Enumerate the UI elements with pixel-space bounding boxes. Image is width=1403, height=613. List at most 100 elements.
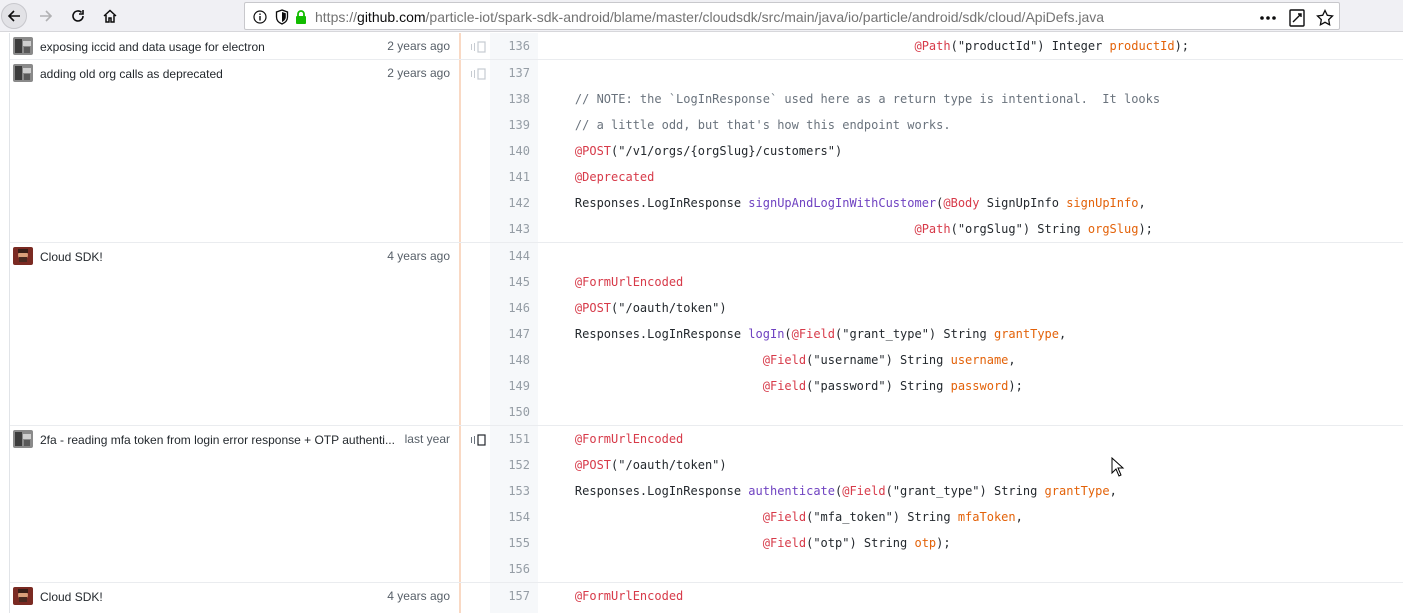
- line-number[interactable]: 138: [490, 92, 530, 106]
- commit-message-link[interactable]: Cloud SDK!: [40, 250, 103, 264]
- code-token: ("/oauth/token"): [611, 301, 727, 315]
- code-token: Responses.LogInResponse: [546, 196, 749, 210]
- line-number[interactable]: 144: [490, 249, 530, 263]
- code-token: signUpInfo: [1066, 196, 1139, 210]
- code-text: @Field("password") String password);: [546, 379, 1023, 393]
- page-actions-more-icon[interactable]: [1258, 8, 1278, 28]
- code-token: );: [1138, 222, 1153, 236]
- tracking-shield-icon[interactable]: [273, 8, 291, 26]
- code-line: 152 @POST("/oauth/token"): [490, 452, 1403, 478]
- code-text: @Field("otp") String otp);: [546, 536, 951, 550]
- line-number[interactable]: 142: [490, 196, 530, 210]
- code-text: Responses.LogInResponse logIn(@Field("gr…: [546, 327, 1066, 341]
- code-line: 147 Responses.LogInResponse logIn(@Field…: [490, 321, 1403, 347]
- code-line: 143 @Path("orgSlug") String orgSlug);: [490, 216, 1403, 242]
- line-number[interactable]: 139: [490, 118, 530, 132]
- url-text[interactable]: https://github.com/particle-iot/spark-sd…: [315, 9, 1104, 25]
- code-text: Responses.LogInResponse signUpAndLogInWi…: [546, 196, 1146, 210]
- line-number[interactable]: 156: [490, 562, 530, 576]
- avatar[interactable]: [13, 247, 33, 265]
- code-token: (: [784, 327, 792, 341]
- lock-icon[interactable]: [292, 8, 310, 26]
- code-token: @Body: [943, 196, 980, 210]
- line-number[interactable]: 143: [490, 222, 530, 236]
- code-text: @FormUrlEncoded: [546, 589, 683, 603]
- code-line: 155 @Field("otp") String otp);: [490, 530, 1403, 556]
- line-number[interactable]: 150: [490, 405, 530, 419]
- line-number[interactable]: 148: [490, 353, 530, 367]
- home-button[interactable]: [97, 3, 123, 29]
- line-number[interactable]: 149: [490, 379, 530, 393]
- info-icon[interactable]: [251, 8, 269, 26]
- url-host: github.com: [357, 9, 426, 25]
- avatar[interactable]: [13, 430, 33, 448]
- avatar[interactable]: [13, 37, 33, 55]
- code-token: );: [1008, 379, 1023, 393]
- reblame-icon[interactable]: [470, 40, 486, 53]
- code-text: @Field("username") String username,: [546, 353, 1016, 367]
- code-token: ("password") String: [806, 379, 951, 393]
- avatar[interactable]: [13, 64, 33, 82]
- reload-button[interactable]: [65, 3, 91, 29]
- line-number[interactable]: 154: [490, 510, 530, 524]
- code-line: 146 @POST("/oauth/token"): [490, 295, 1403, 321]
- code-token: @Field: [762, 379, 807, 393]
- line-number[interactable]: 147: [490, 327, 530, 341]
- code-token: username: [950, 353, 1009, 367]
- code-token: ("/v1/orgs/{orgSlug}/customers"): [611, 144, 843, 158]
- code-line: 141 @Deprecated: [490, 164, 1403, 190]
- code-token: @Deprecated: [574, 170, 655, 184]
- code-token: Responses.LogInResponse: [546, 484, 749, 498]
- line-number[interactable]: 155: [490, 536, 530, 550]
- mouse-cursor-icon: [1111, 456, 1125, 477]
- line-number[interactable]: 145: [490, 275, 530, 289]
- code-token: @Path: [914, 222, 951, 236]
- code-token: @POST: [574, 144, 612, 158]
- line-number[interactable]: 136: [490, 39, 530, 53]
- code-token: authenticate: [748, 484, 835, 498]
- code-token: );: [936, 536, 951, 550]
- forward-button[interactable]: [33, 3, 59, 29]
- code-text: @Path("productId") Integer productId);: [546, 39, 1189, 53]
- line-number[interactable]: 151: [490, 432, 530, 446]
- line-number[interactable]: 153: [490, 484, 530, 498]
- code-line: 136 @Path("productId") Integer productId…: [490, 33, 1403, 59]
- commit-message-link[interactable]: adding old org calls as deprecated: [40, 67, 223, 81]
- code-token: ,: [1138, 196, 1146, 210]
- bookmark-star-icon[interactable]: [1315, 8, 1335, 28]
- address-bar[interactable]: https://github.com/particle-iot/spark-sd…: [244, 2, 1340, 30]
- code-token: logIn: [748, 327, 785, 341]
- back-button[interactable]: [1, 3, 27, 29]
- line-number[interactable]: 157: [490, 589, 530, 603]
- code-token: @FormUrlEncoded: [574, 432, 684, 446]
- line-number[interactable]: 141: [490, 170, 530, 184]
- code-line: 156: [490, 556, 1403, 582]
- code-token: ("mfa_token") String: [806, 510, 958, 524]
- code-line: 144: [490, 243, 1403, 269]
- code-token: SignUpInfo: [979, 196, 1067, 210]
- commit-age: 2 years ago: [387, 66, 450, 80]
- line-number[interactable]: 140: [490, 144, 530, 158]
- line-number[interactable]: 152: [490, 458, 530, 472]
- code-token: ("otp") String: [806, 536, 915, 550]
- commit-age: last year: [404, 432, 450, 446]
- code-token: ,: [1109, 484, 1117, 498]
- code-token: ,: [1008, 353, 1016, 367]
- code-line: 150: [490, 399, 1403, 425]
- code-token: productId: [1109, 39, 1175, 53]
- code-token: Responses.LogInResponse: [546, 327, 749, 341]
- commit-message-link[interactable]: Cloud SDK!: [40, 590, 103, 604]
- reblame-icon[interactable]: [470, 67, 486, 80]
- line-number[interactable]: 137: [490, 66, 530, 80]
- line-number[interactable]: 146: [490, 301, 530, 315]
- code-token: @POST: [574, 458, 612, 472]
- avatar[interactable]: [13, 587, 33, 605]
- reblame-icon[interactable]: [470, 433, 486, 446]
- commit-message-link[interactable]: 2fa - reading mfa token from login error…: [40, 433, 395, 447]
- commit-message-link[interactable]: exposing iccid and data usage for electr…: [40, 40, 265, 54]
- code-line: 138 // NOTE: the `LogInResponse` used he…: [490, 86, 1403, 112]
- commit-info: exposing iccid and data usage for electr…: [10, 33, 461, 59]
- reader-view-icon[interactable]: [1287, 8, 1307, 28]
